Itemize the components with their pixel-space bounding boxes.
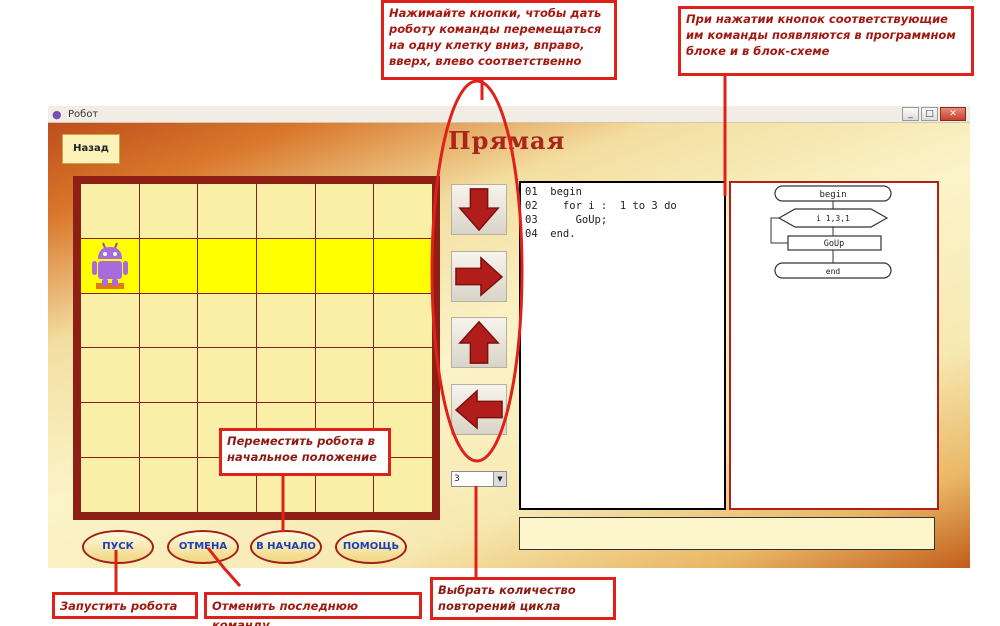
grid-cell (139, 293, 198, 348)
flowchart-step-label: GoUp (824, 239, 844, 249)
back-button[interactable]: Назад (62, 134, 120, 164)
grid-cell (139, 348, 198, 403)
move-left-button[interactable] (451, 384, 507, 435)
flowchart-end-label: end (826, 267, 841, 276)
window-controls: _ □ ✕ (902, 107, 966, 121)
grid-cell (81, 348, 139, 403)
repeat-count-select[interactable]: 3 ▼ (451, 471, 507, 487)
grid-cell (198, 238, 256, 293)
move-up-button[interactable] (451, 317, 507, 368)
code-line: 01 begin (525, 186, 582, 198)
close-button[interactable]: ✕ (940, 107, 966, 121)
flowchart-begin-label: begin (819, 190, 846, 200)
code-line: 04 end. (525, 228, 576, 240)
grid-cell (198, 184, 256, 238)
grid-cell (315, 184, 374, 238)
title-bar: ● Робот _ □ ✕ (48, 106, 970, 123)
callout-undo: Отменить последнюю команду (204, 592, 422, 626)
maximize-button[interactable]: □ (921, 107, 938, 121)
robot-app-icon: ● (52, 108, 62, 121)
callout-repeat: Выбрать количество повторений цикла (430, 577, 616, 620)
page-title: Прямая (448, 126, 566, 155)
screenshot-root: ● Робот _ □ ✕ Назад Прямая 3 ▼ 01 begin … (0, 0, 1000, 626)
callout-run: Запустить робота (52, 592, 198, 619)
grid-cell (198, 348, 256, 403)
grid-cell (81, 403, 139, 458)
grid-cell (81, 238, 139, 293)
code-line: 03 GoUp; (525, 214, 608, 226)
flowchart-loop-label: i 1,3,1 (816, 214, 850, 223)
grid-cell (257, 238, 315, 293)
grid-cell (374, 348, 432, 403)
grid-cell (139, 403, 198, 458)
down-arrow-icon (458, 188, 500, 232)
grid-cell (374, 184, 432, 238)
grid-cell (139, 184, 198, 238)
flowchart-panel: begin i 1,3,1 GoUp end (729, 181, 939, 510)
move-down-button[interactable] (451, 184, 507, 235)
code-line: 02 for i : 1 to 3 do (525, 200, 677, 212)
up-arrow-icon (458, 320, 500, 364)
callout-arrows: Нажимайте кнопки, чтобы дать роботу кома… (381, 0, 617, 80)
grid-cell (315, 348, 374, 403)
grid-cell (315, 238, 374, 293)
right-arrow-icon (455, 256, 504, 297)
status-bar (519, 517, 935, 550)
callout-reset: Переместить робота в начальное положение (219, 428, 391, 476)
grid-cell (198, 293, 256, 348)
grid-cell (257, 184, 315, 238)
left-arrow-icon (454, 389, 503, 430)
robot-icon (92, 242, 128, 289)
run-button[interactable]: ПУСК (82, 530, 154, 564)
undo-button[interactable]: ОТМЕНА (167, 530, 239, 564)
grid-cell (315, 293, 374, 348)
grid-cell (81, 458, 139, 512)
window-title: Робот (68, 109, 99, 120)
program-block: 01 begin 02 for i : 1 to 3 do 03 GoUp; 04 e… (519, 181, 726, 510)
move-right-button[interactable] (451, 251, 507, 302)
robot-window: ● Робот _ □ ✕ Назад Прямая 3 ▼ 01 begin … (48, 106, 970, 568)
grid-cell (257, 348, 315, 403)
reset-button[interactable]: В НАЧАЛО (250, 530, 322, 564)
chevron-down-icon[interactable]: ▼ (493, 472, 506, 486)
grid-cell (374, 238, 432, 293)
grid-cell (139, 458, 198, 512)
grid-cell (139, 238, 198, 293)
callout-program: При нажатии кнопок соответствующие им ко… (678, 6, 974, 76)
grid-cell (257, 293, 315, 348)
help-button[interactable]: ПОМОЩЬ (335, 530, 407, 564)
repeat-count-value: 3 (454, 474, 460, 484)
grid-cell (374, 293, 432, 348)
grid-cell (81, 184, 139, 238)
minimize-button[interactable]: _ (902, 107, 919, 121)
grid-cell (81, 293, 139, 348)
